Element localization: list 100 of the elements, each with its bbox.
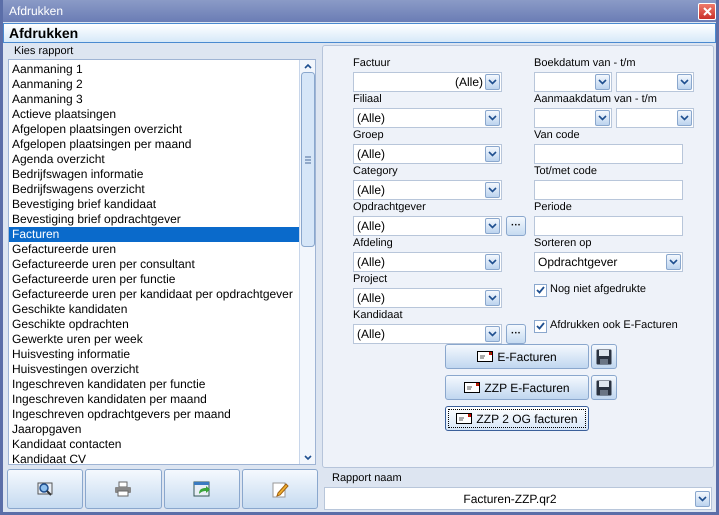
scrollbar[interactable]	[299, 60, 315, 464]
email-invoices-button[interactable]: ZZP E-Facturen	[445, 375, 589, 400]
field-label: Factuur	[353, 56, 392, 71]
printer-icon	[114, 481, 132, 497]
list-item[interactable]: Bedrijfswagen informatie	[9, 167, 299, 182]
input-field[interactable]	[534, 216, 683, 236]
chevron-down-icon	[488, 115, 497, 121]
chevron-down-icon	[680, 79, 689, 85]
lookup-button[interactable]: ···	[506, 324, 526, 344]
report-name-dropdown[interactable]: Facturen-ZZP.qr2	[324, 487, 712, 510]
list-item[interactable]: Ingeschreven kandidaten per functie	[9, 377, 299, 392]
group-label: Rapport naam	[331, 472, 403, 485]
dropdown-button[interactable]	[485, 110, 500, 126]
list-item[interactable]: Aanmaning 1	[9, 62, 299, 77]
list-item[interactable]: Bedrijfswagens overzicht	[9, 182, 299, 197]
list-item[interactable]: Kandidaat CV	[9, 452, 299, 467]
checkbox-label: Nog niet afgedrukte	[550, 282, 646, 297]
save-button[interactable]	[591, 344, 617, 369]
dropdown-button[interactable]	[666, 254, 681, 270]
field-label: Kandidaat	[353, 308, 404, 323]
list-item[interactable]: Gefactureerde uren per functie	[9, 272, 299, 287]
dropdown-button[interactable]	[677, 110, 692, 126]
list-item[interactable]: Geschikte kandidaten	[9, 302, 299, 317]
list-item[interactable]: Geschikte opdrachten	[9, 317, 299, 332]
save-button[interactable]	[591, 375, 617, 400]
list-item[interactable]: Bevestiging brief opdrachtgever	[9, 212, 299, 227]
list-item[interactable]: Huisvestingen overzicht	[9, 362, 299, 377]
filter-dropdown[interactable]: (Alle)	[353, 324, 502, 344]
list-item[interactable]: Facturen	[9, 227, 299, 242]
preview-button[interactable]	[7, 469, 84, 509]
dropdown-button[interactable]	[485, 290, 500, 306]
list-item[interactable]: Aanmaning 2	[9, 77, 299, 92]
list-item[interactable]: Gefactureerde uren per kandidaat per opdrachtgever	[9, 287, 299, 302]
chevron-down-icon	[598, 79, 607, 85]
filter-dropdown[interactable]: (Alle)	[353, 108, 502, 128]
chevron-down-icon	[488, 79, 497, 85]
list-item[interactable]: Bevestiging brief kandidaat	[9, 197, 299, 212]
scroll-thumb[interactable]	[300, 72, 314, 247]
filter-dropdown[interactable]: (Alle)	[353, 180, 502, 200]
dropdown-button[interactable]	[677, 74, 692, 90]
magnifier-icon	[36, 480, 54, 498]
dropdown-button[interactable]	[485, 218, 500, 234]
group-label: Kies rapport	[13, 45, 74, 58]
field-label: Tot/met code	[534, 164, 598, 179]
dropdown-button[interactable]	[485, 74, 500, 90]
input-field[interactable]	[534, 144, 683, 164]
list-item[interactable]: Aanmaning 3	[9, 92, 299, 107]
chevron-down-icon	[598, 115, 607, 121]
list-item[interactable]: Gefactureerde uren per consultant	[9, 257, 299, 272]
export-window-icon	[192, 480, 211, 498]
list-item[interactable]: Ingeschreven kandidaten per maand	[9, 392, 299, 407]
list-item[interactable]: Kandidaat contacten	[9, 437, 299, 452]
chevron-down-icon	[488, 187, 497, 193]
edit-button[interactable]	[242, 469, 318, 509]
list-item[interactable]: Agenda overzicht	[9, 152, 299, 167]
dropdown-button[interactable]	[485, 254, 500, 270]
list-item[interactable]: Jaaropgaven	[9, 422, 299, 437]
dialog-header: Afdrukken	[3, 23, 716, 43]
email-invoices-button[interactable]: ZZP 2 OG facturen	[445, 406, 589, 431]
chevron-down-icon	[680, 115, 689, 121]
envelope-icon	[464, 382, 480, 393]
dropdown-button[interactable]	[485, 182, 500, 198]
filter-dropdown[interactable]: (Alle)	[353, 72, 502, 92]
close-icon	[702, 6, 712, 16]
field-label: Category	[353, 164, 399, 179]
export-button[interactable]	[164, 469, 240, 509]
list-item[interactable]: Afgelopen plaatsingen per maand	[9, 137, 299, 152]
close-button[interactable]	[698, 2, 716, 20]
checkbox[interactable]	[534, 284, 547, 296]
list-item[interactable]: Gefactureerde uren	[9, 242, 299, 257]
sort-dropdown[interactable]: Opdrachtgever	[534, 252, 683, 272]
filter-dropdown[interactable]: (Alle)	[353, 288, 502, 308]
list-item[interactable]: Huisvesting informatie	[9, 347, 299, 362]
list-item[interactable]: Afgelopen plaatsingen overzicht	[9, 122, 299, 137]
field-label: Boekdatum van - t/m	[534, 56, 636, 71]
list-item[interactable]: Actieve plaatsingen	[9, 107, 299, 122]
input-field[interactable]	[534, 180, 683, 200]
filter-dropdown[interactable]: (Alle)	[353, 252, 502, 272]
dropdown-button[interactable]	[485, 146, 500, 162]
dropdown-button[interactable]	[595, 110, 610, 126]
email-invoices-button[interactable]: E-Facturen	[445, 344, 589, 369]
filter-dropdown[interactable]: (Alle)	[353, 144, 502, 164]
dropdown-button[interactable]	[595, 74, 610, 90]
print-button[interactable]	[85, 469, 162, 509]
field-label: Groep	[353, 128, 385, 143]
list-item[interactable]: Gewerkte uren per week	[9, 332, 299, 347]
list-item[interactable]: Ingeschreven opdrachtgevers per maand	[9, 407, 299, 422]
window-title: Afdrukken	[8, 4, 64, 18]
field-label: Filiaal	[353, 92, 383, 107]
field-label: Sorteren op	[534, 236, 592, 251]
chevron-down-icon	[488, 223, 497, 229]
pencil-icon	[270, 480, 289, 498]
checkbox[interactable]	[534, 320, 547, 332]
lookup-button[interactable]: ···	[506, 216, 526, 236]
chevron-down-icon	[488, 151, 497, 157]
checkbox-label: Afdrukken ook E-Facturen	[550, 318, 678, 333]
filter-dropdown[interactable]: (Alle)	[353, 216, 502, 236]
dropdown-button[interactable]	[695, 490, 710, 506]
field-label: Project	[353, 272, 388, 287]
dropdown-button[interactable]	[485, 326, 500, 342]
